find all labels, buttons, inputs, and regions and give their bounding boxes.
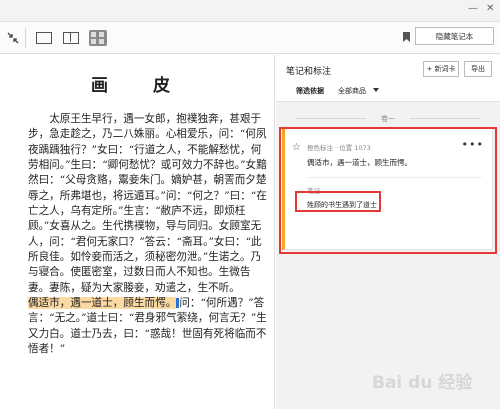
note-label: 笔记 (307, 187, 320, 195)
annotation-meta: 橙色标注 · 位置 1073 (307, 144, 371, 152)
chevron-down-icon[interactable] (373, 88, 379, 92)
filter-label: 筛选依据 (296, 87, 324, 95)
annotation-card[interactable]: ☆ 橙色标注 · 位置 1073 ••• 偶适市，遇一道士，顾生而愕。 笔记 姓… (282, 128, 493, 250)
highlighted-passage[interactable]: 偶适市，遇一道士，顾生而愕。 (28, 297, 177, 310)
note-text[interactable]: 姓顾的书生遇到了道士 (307, 200, 377, 210)
collapse-arrows-icon[interactable] (6, 29, 20, 47)
notes-header: 笔记和标注 + 新词卡 导出 筛选依据 全部商品 (276, 55, 500, 102)
toolbar-divider (25, 28, 26, 48)
two-page-icon[interactable] (63, 32, 79, 44)
reading-pane[interactable]: 画 皮 太原王生早行，遇一女郎，抱襆独奔，甚艰于步，急走趁之，乃二八姝丽。心相爱… (0, 55, 275, 409)
card-divider (307, 177, 482, 178)
window-title-bar: — ✕ (0, 0, 500, 22)
notes-title: 笔记和标注 (286, 67, 332, 77)
watermark-logo: Bai du 经验 (372, 373, 473, 393)
annotation-quote[interactable]: 偶适市，遇一道士，顾生而愕。 (307, 157, 412, 168)
notes-panel: 笔记和标注 + 新词卡 导出 筛选依据 全部商品 卷一 ☆ 橙色标注 · 位置 … (276, 55, 500, 409)
chapter-divider: 卷一 (276, 114, 500, 124)
hide-notebook-button[interactable]: 隐藏笔记本 (415, 27, 494, 45)
close-window-icon[interactable]: ✕ (486, 3, 494, 14)
chapter-title: 画 皮 (91, 76, 184, 96)
add-flashcard-button[interactable]: + 新词卡 (423, 61, 459, 77)
filter-dropdown[interactable]: 全部商品 (338, 86, 366, 96)
export-button[interactable]: 导出 (464, 61, 492, 77)
single-page-icon[interactable] (36, 32, 52, 44)
more-options-icon[interactable]: ••• (462, 138, 484, 151)
grid-view-icon[interactable] (89, 30, 107, 46)
paragraph-text: 太原王生早行，遇一女郎，抱襆独奔，甚艰于步，急走趁之，乃二八姝丽。心相爱乐，问：… (28, 113, 267, 294)
star-icon[interactable]: ☆ (292, 142, 301, 153)
minimize-icon[interactable]: — (468, 3, 478, 14)
book-text[interactable]: 太原王生早行，遇一女郎，抱襆独奔，甚艰于步，急走趁之，乃二八姝丽。心相爱乐，问：… (28, 112, 268, 358)
